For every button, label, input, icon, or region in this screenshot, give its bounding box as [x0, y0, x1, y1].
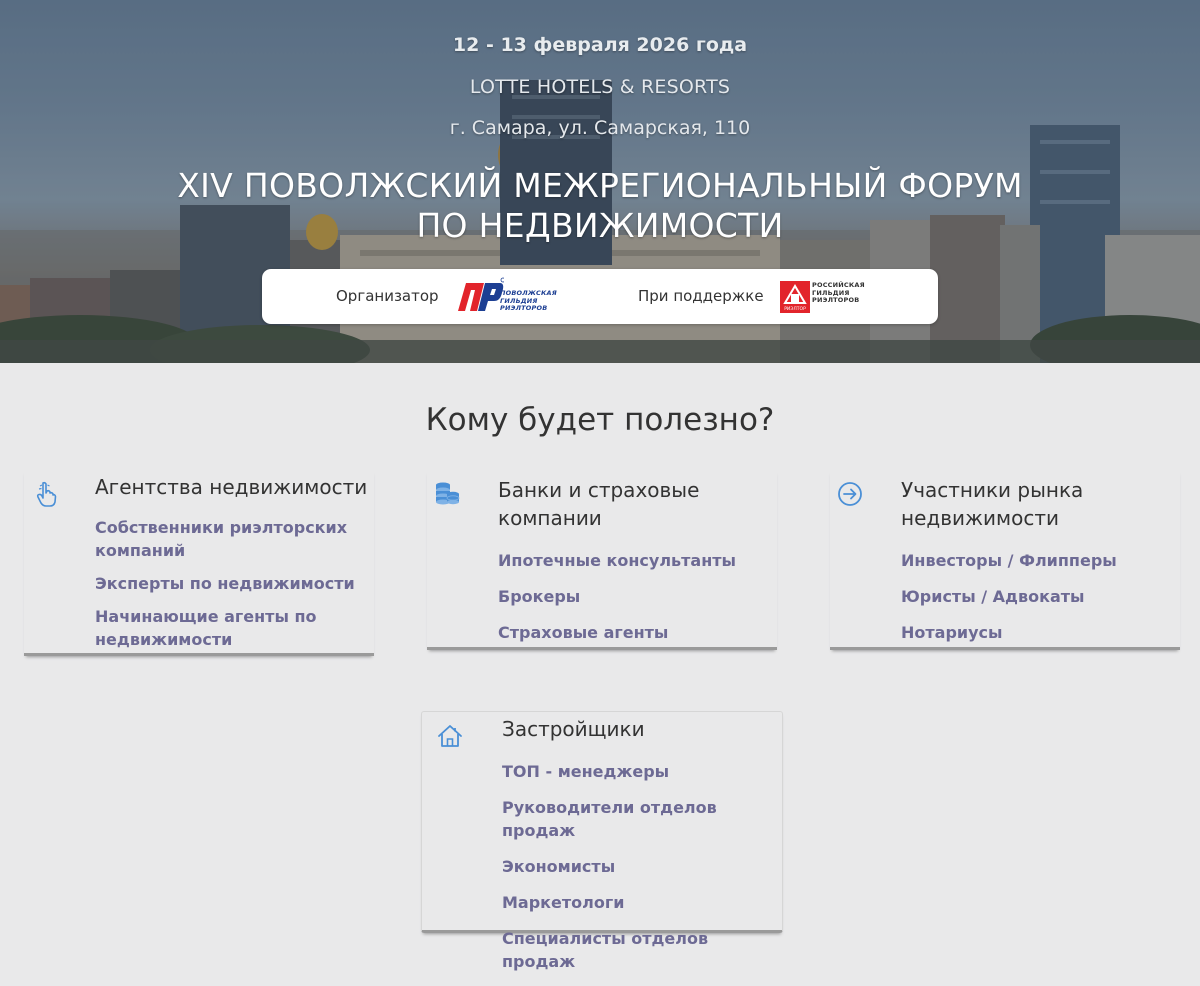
card-title: Агентства недвижимости	[95, 475, 368, 499]
svg-text:РИЭЛТОР: РИЭЛТОР	[784, 306, 806, 312]
list-item: Экономисты	[502, 857, 616, 876]
organizer-logo[interactable]: ПОВОЛЖСКАЯ ГИЛЬДИЯ РИЭЛТОРОВ	[452, 277, 562, 317]
rgr-logo-icon: РИЭЛТОР	[780, 281, 810, 313]
list-item: Маркетологи	[502, 893, 625, 912]
list-item: Собственники риэлторских компаний	[95, 518, 348, 560]
event-venue: LOTTE HOTELS & RESORTS	[469, 76, 731, 98]
audience-card-builders: Застройщики ТОП - менеджеры Руководители…	[421, 711, 783, 971]
pointing-hand-icon	[36, 481, 57, 507]
list-item: Брокеры	[498, 587, 581, 606]
organizer-logo-text: ПОВОЛЖСКАЯ ГИЛЬДИЯ РИЭЛТОРОВ	[500, 289, 557, 312]
list-item: Нотариусы	[901, 623, 1003, 642]
pgr-logo-icon	[458, 277, 506, 311]
card-title: Застройщики	[502, 717, 645, 741]
card-item-list: Инвесторы / Флипперы Юристы / Адвокаты Н…	[901, 549, 1117, 657]
list-item: Руководители отделов продаж	[502, 798, 717, 840]
organizer-label: Организатор	[336, 287, 439, 305]
event-title-line2: ПО НЕДВИЖИМОСТИ	[416, 206, 784, 245]
audience-card-agencies: Агентства недвижимости Собственники риэл…	[24, 470, 374, 656]
coins-stack-icon	[436, 482, 460, 505]
list-item: Специалисты отделов продаж	[502, 929, 709, 971]
support-logo-text: РОССИЙСКАЯ ГИЛЬДИЯ РИЭЛТОРОВ	[812, 281, 865, 304]
event-title-line1: XIV ПОВОЛЖСКИЙ МЕЖРЕГИОНАЛЬНЫЙ ФОРУМ	[177, 166, 1023, 205]
card-title: Банки и страховые компании	[498, 478, 700, 530]
list-item: Инвесторы / Флипперы	[901, 551, 1117, 570]
audience-card-banks: Банки и страховые компании Ипотечные кон…	[427, 470, 777, 650]
card-item-list: Собственники риэлторских компаний Экспер…	[95, 516, 365, 661]
support-logo[interactable]: РИЭЛТОР РОССИЙСКАЯ ГИЛЬДИЯ РИЭЛТОРОВ	[780, 281, 890, 313]
card-title: Участники рынка недвижимости	[901, 478, 1084, 530]
section-title: Кому будет полезно?	[425, 402, 775, 438]
support-label: При поддержке	[638, 287, 764, 305]
card-item-list: ТОП - менеджеры Руководители отделов про…	[502, 760, 782, 986]
list-item: Юристы / Адвокаты	[901, 587, 1085, 606]
list-item: Начинающие агенты по недвижимости	[95, 607, 317, 649]
list-item: ТОП - менеджеры	[502, 762, 670, 781]
sponsor-bar: Организатор ПОВОЛЖСКАЯ ГИЛЬДИЯ РИЭЛТОРОВ…	[262, 269, 938, 324]
list-item: Страховые агенты	[498, 623, 669, 642]
audience-card-market: Участники рынка недвижимости Инвесторы /…	[830, 470, 1180, 650]
card-item-list: Ипотечные консультанты Брокеры Страховые…	[498, 549, 736, 657]
arrow-circle-icon	[838, 482, 862, 506]
list-item: Эксперты по недвижимости	[95, 574, 355, 593]
list-item: Ипотечные консультанты	[498, 551, 737, 570]
hero-banner: 12 - 13 февраля 2026 года LOTTE HOTELS &…	[0, 0, 1200, 363]
house-icon	[438, 725, 462, 747]
event-address: г. Самара, ул. Самарская, 110	[449, 117, 751, 139]
event-date: 12 - 13 февраля 2026 года	[452, 34, 748, 56]
event-title: XIV ПОВОЛЖСКИЙ МЕЖРЕГИОНАЛЬНЫЙ ФОРУМ ПО …	[0, 166, 1200, 246]
